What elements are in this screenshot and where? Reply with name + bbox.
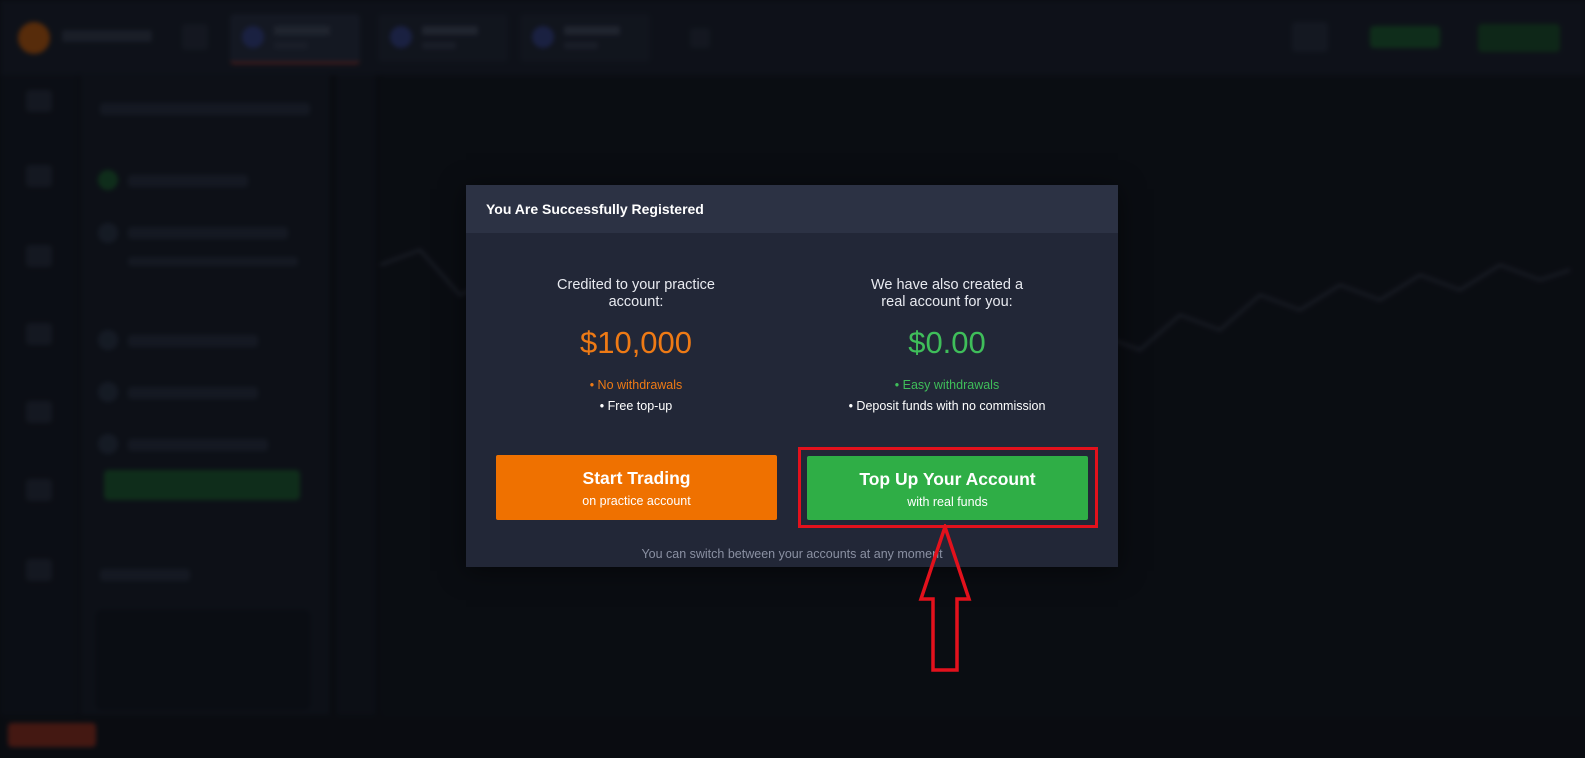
- modal-header: You Are Successfully Registered: [466, 185, 1118, 233]
- real-feature-1: • Easy withdrawals: [894, 378, 1000, 392]
- start-trading-button[interactable]: Start Trading on practice account: [496, 455, 777, 520]
- start-trading-sublabel: on practice account: [582, 494, 691, 508]
- real-account-column: We have also created a real account for …: [792, 277, 1102, 413]
- practice-amount: $10,000: [579, 325, 693, 360]
- practice-heading: Credited to your practice account:: [557, 277, 715, 310]
- up-arrow-icon: [918, 524, 972, 672]
- switch-accounts-note: You can switch between your accounts at …: [641, 547, 943, 561]
- real-feature-2: • Deposit funds with no commission: [848, 399, 1046, 413]
- highlight-box: [798, 447, 1098, 528]
- practice-account-column: Credited to your practice account: $10,0…: [481, 277, 791, 413]
- modal-title: You Are Successfully Registered: [486, 201, 704, 217]
- practice-feature-2: • Free top-up: [599, 399, 673, 413]
- practice-feature-1: • No withdrawals: [589, 378, 683, 392]
- real-amount: $0.00: [908, 325, 986, 360]
- start-trading-label: Start Trading: [582, 468, 691, 488]
- real-heading: We have also created a real account for …: [870, 277, 1024, 310]
